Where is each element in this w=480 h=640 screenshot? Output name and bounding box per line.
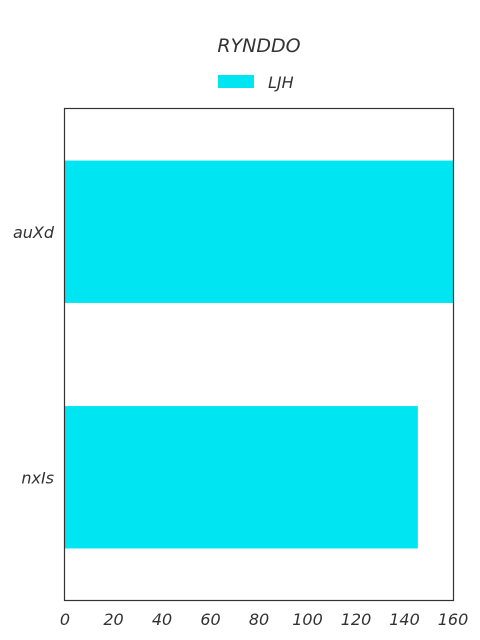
x-tick-label: 160 — [438, 610, 469, 629]
x-tick-label: 20 — [103, 610, 123, 629]
bar-nxIs — [65, 406, 418, 549]
x-tick-label: 60 — [200, 610, 220, 629]
x-tick-label: 80 — [249, 610, 269, 629]
x-tick-label: 100 — [292, 610, 323, 629]
x-tick-label: 140 — [389, 610, 420, 629]
legend: LJH — [218, 73, 294, 92]
x-ticks: 0 20 40 60 80 100 120 140 160 — [60, 610, 468, 629]
x-tick-label: 120 — [341, 610, 372, 629]
x-tick-label: 0 — [60, 610, 70, 629]
bar-auXd — [65, 160, 453, 303]
x-tick-label: 40 — [152, 610, 172, 629]
y-tick-label: nxIs — [21, 468, 54, 487]
legend-label: LJH — [268, 73, 294, 92]
y-tick-label: auXd — [13, 223, 55, 242]
y-tick-labels: auXd nxIs — [13, 223, 55, 488]
bars-group — [65, 160, 453, 549]
bar-chart: RYNDDO LJH auXd nxIs 0 20 40 60 80 100 120 140 16… — [13, 35, 468, 629]
chart-title: RYNDDO — [217, 35, 300, 57]
legend-swatch — [218, 75, 254, 88]
